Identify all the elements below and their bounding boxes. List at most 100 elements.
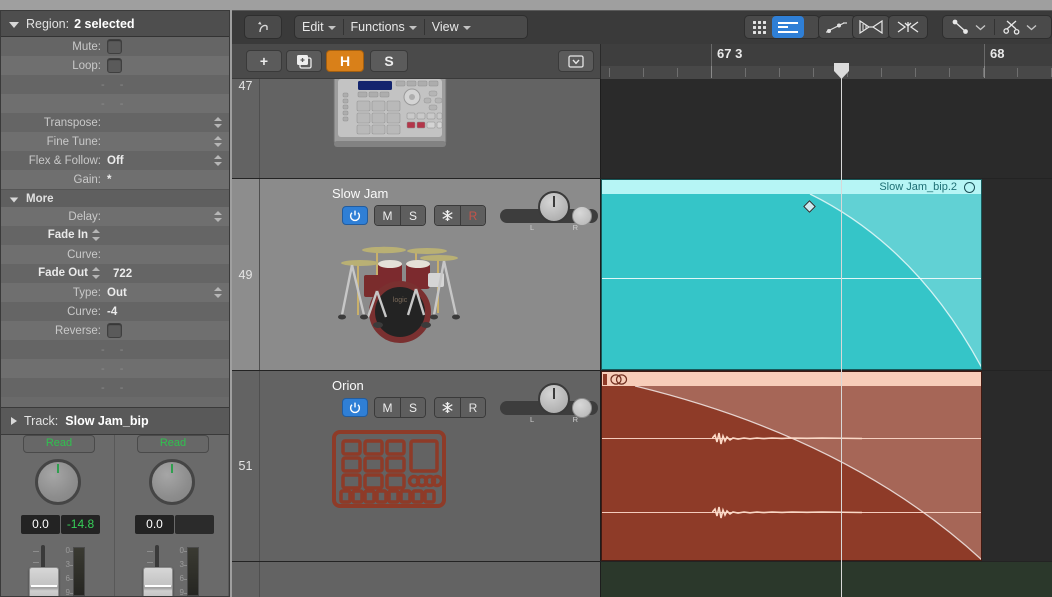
param-row[interactable]: - - (1, 94, 229, 113)
record-enable-button[interactable]: R (460, 398, 485, 417)
checkbox[interactable] (107, 58, 122, 73)
param-row[interactable]: Type:Out (1, 283, 229, 302)
track-icon[interactable] (332, 429, 502, 516)
track-power-button[interactable] (342, 206, 368, 225)
param-row[interactable]: - - (1, 340, 229, 359)
playhead[interactable] (841, 66, 842, 597)
volume-fader[interactable] (29, 567, 59, 597)
scissors-tool-icon[interactable] (995, 16, 1026, 38)
disclosure-triangle-icon[interactable] (9, 22, 19, 28)
fade-out-curve[interactable] (602, 194, 982, 370)
track-config-icon[interactable] (558, 50, 594, 72)
solo-tracks-button[interactable]: S (370, 50, 408, 72)
duplicate-track-icon[interactable] (286, 50, 322, 72)
more-disclosure-icon[interactable] (10, 197, 19, 202)
pan-knob[interactable] (35, 459, 81, 505)
automation-mode-button[interactable]: Read (23, 435, 95, 453)
automation-points-icon[interactable] (818, 15, 856, 39)
checkbox[interactable] (107, 323, 122, 338)
grid-view-icon[interactable] (747, 16, 772, 38)
freeze-icon[interactable] (435, 398, 460, 417)
volume-fader[interactable] (143, 567, 173, 597)
checkbox[interactable] (107, 39, 122, 54)
record-enable-button[interactable]: R (460, 206, 485, 225)
track-row[interactable] (232, 562, 1052, 597)
track-icon[interactable] (332, 79, 502, 158)
param-row[interactable]: Reverse: (1, 321, 229, 340)
param-row[interactable]: Curve:-4 (1, 302, 229, 321)
track-name[interactable]: Slow Jam (332, 186, 388, 201)
volume-value[interactable]: -14.8 (61, 515, 100, 534)
pan-knob[interactable] (538, 383, 570, 415)
track-header[interactable] (260, 562, 600, 597)
track-header[interactable]: Slow JamMSRLRlogic (260, 179, 600, 370)
stepper-icon[interactable] (214, 210, 223, 223)
pan-value[interactable]: 0.0 (135, 515, 174, 534)
menu-edit[interactable]: Edit (295, 16, 343, 38)
add-track-button[interactable]: + (246, 50, 282, 72)
region-title-bar[interactable] (602, 372, 981, 386)
track-lane[interactable]: Slow Jam_bip.2 (600, 179, 1052, 370)
pan-knob[interactable] (538, 191, 570, 223)
volume-value[interactable] (175, 515, 214, 534)
param-row[interactable]: Curve: (1, 245, 229, 264)
track-inspector-header[interactable]: Track: Slow Jam_bip (1, 407, 229, 435)
hide-tracks-button[interactable]: H (326, 50, 364, 72)
list-view-icon[interactable] (772, 16, 804, 38)
playhead-handle[interactable] (834, 63, 849, 79)
track-number[interactable] (232, 562, 260, 597)
timeline-ruler[interactable]: 67 368 (600, 44, 1052, 67)
track-lane[interactable] (600, 371, 1052, 561)
track-header[interactable]: OrionMSRLR (260, 371, 600, 561)
param-row[interactable]: Delay: (1, 207, 229, 226)
stepper-icon[interactable] (214, 154, 223, 167)
menu-functions[interactable]: Functions (344, 16, 424, 38)
pan-knob[interactable] (149, 459, 195, 505)
freeze-icon[interactable] (435, 206, 460, 225)
undo-arrow-icon[interactable] (244, 15, 282, 39)
fade-marquee-icon[interactable] (888, 15, 928, 39)
track-row[interactable]: 49Slow JamMSRLRlogicSlow Jam_bip.2 (232, 179, 1052, 371)
menu-view[interactable]: View (425, 16, 478, 38)
track-disclosure-icon[interactable] (11, 417, 17, 425)
flex-time-icon[interactable] (852, 15, 890, 39)
region-inspector-header[interactable]: Region: 2 selected (1, 11, 229, 37)
track-number[interactable]: 51 (232, 371, 260, 561)
region-loop-toggle[interactable] (964, 182, 975, 193)
param-row[interactable]: Flex & Follow:Off (1, 151, 229, 170)
param-row[interactable]: Fade Out722 (1, 264, 229, 283)
param-row[interactable]: Transpose: (1, 113, 229, 132)
audio-region[interactable] (601, 371, 982, 561)
automation-mode-button[interactable]: Read (137, 435, 209, 453)
pan-value[interactable]: 0.0 (21, 515, 60, 534)
track-lane[interactable] (600, 79, 1052, 178)
timeline-subdivisions[interactable] (600, 66, 1052, 80)
region-title-bar[interactable]: Slow Jam_bip.2 (602, 180, 981, 194)
track-icon[interactable]: logic (330, 239, 500, 349)
param-row[interactable]: - - (1, 378, 229, 397)
stepper-icon[interactable] (214, 286, 223, 299)
stepper-icon[interactable] (214, 135, 223, 148)
track-number[interactable]: 49 (232, 179, 260, 370)
solo-button[interactable]: S (400, 206, 425, 225)
stepper-icon[interactable] (214, 116, 223, 129)
pointer-tool-icon[interactable] (943, 16, 975, 38)
scissors-tool-chevron-icon[interactable] (1026, 16, 1045, 38)
track-header[interactable] (260, 79, 600, 178)
param-row[interactable]: Loop: (1, 56, 229, 75)
fade-out-curve[interactable] (602, 386, 982, 561)
more-section-header[interactable]: More (1, 189, 229, 207)
pointer-tool-chevron-icon[interactable] (975, 16, 994, 38)
track-power-button[interactable] (342, 398, 368, 417)
track-row[interactable]: 51OrionMSRLR (232, 371, 1052, 562)
solo-button[interactable]: S (400, 398, 425, 417)
track-name[interactable]: Orion (332, 378, 364, 393)
audio-region[interactable]: Slow Jam_bip.2 (601, 179, 982, 370)
param-row[interactable]: - - (1, 359, 229, 378)
track-lane[interactable] (600, 562, 1052, 597)
param-row[interactable]: Fade In (1, 226, 229, 245)
stepper-icon[interactable] (92, 267, 101, 279)
param-row[interactable]: Mute: (1, 37, 229, 56)
track-row[interactable]: 47 (232, 79, 1052, 179)
param-row[interactable]: Gain:* (1, 170, 229, 189)
